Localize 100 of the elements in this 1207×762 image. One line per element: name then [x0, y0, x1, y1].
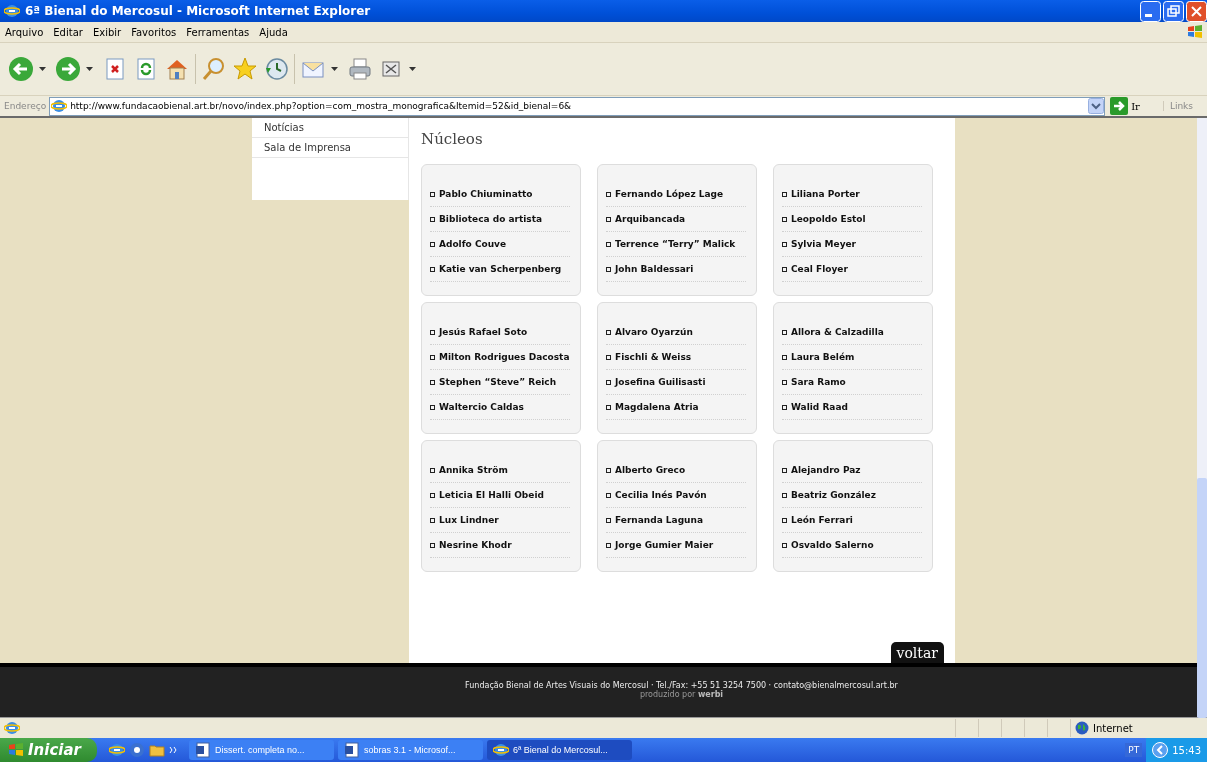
go-button[interactable]: Ir: [1108, 97, 1160, 115]
bullet-icon: [606, 542, 611, 548]
artist-link[interactable]: Leticia El Halli Obeid: [439, 490, 544, 500]
caret-icon[interactable]: [86, 67, 93, 71]
artist-link[interactable]: Jorge Gumier Maier: [615, 540, 714, 550]
artist-link[interactable]: Fischli & Weiss: [615, 352, 692, 362]
artist-link[interactable]: Magdalena Atria: [615, 402, 699, 412]
artist-link[interactable]: Lux Lindner: [439, 515, 499, 525]
bullet-icon: [606, 329, 611, 335]
artist-link[interactable]: Annika Ström: [439, 465, 508, 475]
back-button[interactable]: voltar: [890, 642, 944, 663]
bullet-icon: [782, 379, 787, 385]
bullet-icon: [606, 354, 611, 360]
menu-item[interactable]: Editar: [48, 26, 88, 38]
language-indicator[interactable]: PT: [1125, 743, 1143, 757]
taskbar-button[interactable]: 6ª Bienal do Mercosul...: [486, 740, 632, 760]
section-heading: Núcleos: [421, 130, 484, 148]
folder-icon[interactable]: [148, 742, 165, 758]
scrollbar[interactable]: [1197, 118, 1207, 717]
windows-logo-icon: [8, 742, 24, 758]
footer-credit: produzido por werbi: [638, 690, 725, 699]
browser-icon[interactable]: [108, 742, 125, 758]
scroll-thumb[interactable]: [1197, 478, 1207, 718]
artist-link[interactable]: Fernanda Laguna: [615, 515, 703, 525]
page-icon: [4, 720, 20, 736]
artist-link[interactable]: John Baldessari: [615, 264, 694, 274]
artist-link[interactable]: Walid Raad: [791, 402, 848, 412]
bullet-icon: [606, 379, 611, 385]
artist-link[interactable]: Leopoldo Estol: [791, 214, 866, 224]
restore-icon[interactable]: [1163, 0, 1184, 22]
menu-item[interactable]: Favoritos: [126, 26, 182, 38]
menu-item[interactable]: Exibir: [87, 26, 127, 38]
search-icon[interactable]: [201, 56, 227, 82]
arrow-right-icon: [1110, 97, 1129, 115]
taskbar-button[interactable]: Dissert. completa no...: [188, 740, 334, 760]
browser-icon: [4, 3, 20, 19]
close-icon[interactable]: [1186, 0, 1207, 22]
bullet-icon: [430, 191, 435, 197]
artist-link[interactable]: Sylvia Meyer: [791, 239, 857, 249]
bullet-icon: [782, 241, 787, 247]
bullet-icon: [606, 404, 611, 410]
artist-link[interactable]: Cecilia Inés Pavón: [615, 490, 707, 500]
artist-link[interactable]: Sara Ramo: [791, 377, 846, 387]
artist-link[interactable]: Fernando López Lage: [615, 189, 724, 199]
zone-label: Internet: [1093, 722, 1133, 734]
artist-link[interactable]: León Ferrari: [791, 515, 853, 525]
bullet-icon: [430, 492, 435, 498]
artist-link[interactable]: Osvaldo Salerno: [791, 540, 874, 550]
artist-link[interactable]: Allora & Calzadilla: [791, 327, 884, 337]
menu-item[interactable]: Ajuda: [254, 26, 293, 38]
artist-link[interactable]: Waltercio Caldas: [439, 402, 524, 412]
artist-link[interactable]: Josefina Guilisasti: [615, 377, 706, 387]
bullet-icon: [430, 404, 435, 410]
artist-link[interactable]: Stephen “Steve” Reich: [439, 377, 557, 387]
bullet-icon: [430, 517, 435, 523]
windows-logo-icon: [1187, 24, 1203, 40]
page-icon: [51, 98, 68, 114]
artist-link[interactable]: Alberto Greco: [615, 465, 686, 475]
taskbar-button[interactable]: sobras 3.1 - Microsof...: [337, 740, 483, 760]
artist-link[interactable]: Terrence “Terry” Malick: [615, 239, 736, 249]
caret-icon[interactable]: [39, 67, 46, 71]
bullet-icon: [430, 329, 435, 335]
bullet-icon: [430, 467, 435, 473]
artist-link[interactable]: Milton Rodrigues Dacosta: [439, 352, 570, 362]
artist-link[interactable]: Alejandro Paz: [791, 465, 861, 475]
bullet-icon: [606, 241, 611, 247]
artist-link[interactable]: Liliana Porter: [791, 189, 860, 199]
sidebar-link[interactable]: Notícias: [252, 118, 408, 138]
address-label: Endereço: [4, 101, 47, 111]
address-field[interactable]: http://www.fundacaobienal.art.br/novo/index.php?option=com_mostra_monografica&Itemid=52&id_bienal=6&: [49, 96, 1106, 116]
bullet-icon: [782, 191, 787, 197]
minimize-icon[interactable]: [1140, 0, 1161, 22]
footer-contact: Fundação Bienal de Artes Visuais do Mercosul · Tel./Fax: +55 51 3254 7500 · contato@bienalmercosul.art.br: [464, 681, 899, 690]
caret-icon[interactable]: [331, 67, 338, 71]
artist-link[interactable]: Beatriz González: [791, 490, 876, 500]
artist-link[interactable]: Nesrine Khodr: [439, 540, 512, 550]
artist-link[interactable]: Jesús Rafael Soto: [439, 327, 528, 337]
caret-icon[interactable]: [409, 67, 416, 71]
bullet-icon: [430, 241, 435, 247]
sidebar-link[interactable]: Sala de Imprensa: [252, 138, 408, 158]
menu-item[interactable]: Arquivo: [0, 26, 49, 38]
start-button[interactable]: Iniciar: [0, 738, 97, 762]
printer-icon[interactable]: [347, 56, 373, 82]
dropdown-icon[interactable]: [1088, 98, 1105, 114]
artist-link[interactable]: Laura Belém: [791, 352, 855, 362]
artist-link[interactable]: Katie van Scherpenberg: [439, 264, 562, 274]
menu-item[interactable]: Ferramentas: [181, 26, 255, 38]
star-icon[interactable]: [232, 56, 258, 82]
history-icon[interactable]: [263, 56, 289, 82]
artist-link[interactable]: Alvaro Oyarzún: [615, 327, 693, 337]
bullet-icon: [782, 517, 787, 523]
media-icon[interactable]: [128, 742, 145, 758]
chevron-icon[interactable]: [168, 746, 177, 754]
artist-link[interactable]: Pablo Chiuminatto: [439, 189, 533, 199]
artist-link[interactable]: Arquibancada: [615, 214, 686, 224]
artist-link[interactable]: Ceal Floyer: [791, 264, 848, 274]
chevron-left-icon[interactable]: [1152, 742, 1169, 758]
bullet-icon: [430, 216, 435, 222]
artist-link[interactable]: Adolfo Couve: [439, 239, 507, 249]
artist-link[interactable]: Biblioteca do artista: [439, 214, 543, 224]
